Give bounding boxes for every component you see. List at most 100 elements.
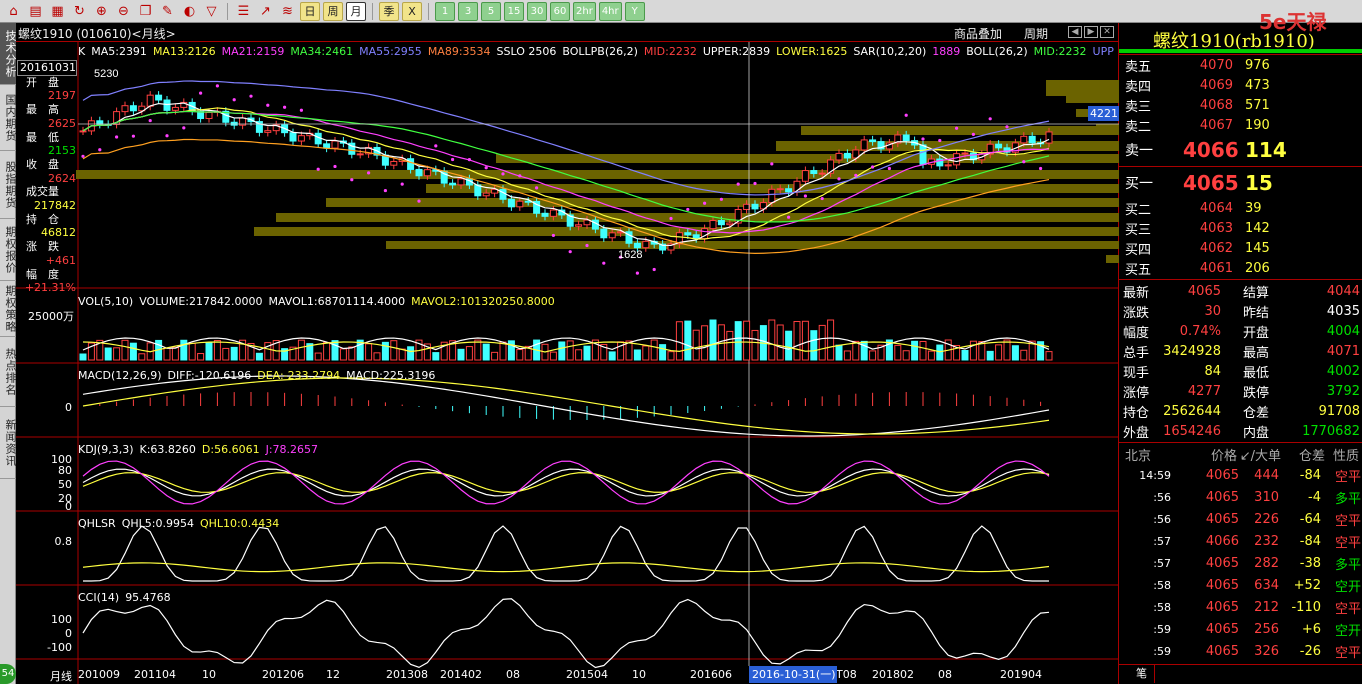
candle-body [155,94,163,101]
volume-bar [482,343,490,361]
book-row[interactable]: 买二 4064 39 [1119,198,1362,218]
minute-period-button[interactable]: 4hr [598,1,622,21]
volume-bar [432,352,440,361]
d-line [82,472,1050,493]
tick-list[interactable]: 14:59 4065 444 -84 空平:56 4065 310 -4 多平:56 4065 22… [1119,464,1362,662]
window-icon[interactable]: ❐ [136,2,155,21]
x-axis-label: 201504 [566,668,608,681]
sidebar-tab[interactable]: 期权策略 [0,281,17,337]
indicator-name: VOL(5,10) [78,295,134,308]
book-icon[interactable]: ▤ [26,2,45,21]
stat-row: 最新 4065 结算 4044 [1119,281,1362,301]
book-row[interactable]: 卖一 4066 114 [1119,135,1362,165]
volume-bar [995,344,1003,361]
sar-dot [165,134,169,138]
sidebar-tab[interactable]: 新闻资讯 [0,407,17,479]
sar-dot [887,166,892,171]
tick-row[interactable]: :57 4065 282 -38 多平 [1119,552,1362,574]
period-button[interactable]: 周 [323,1,343,21]
tick-row[interactable]: 14:59 4065 444 -84 空平 [1119,464,1362,486]
list-icon[interactable]: ☰ [234,2,253,21]
pen-icon[interactable]: ✎ [158,2,177,21]
candle-body [642,240,650,249]
candle-body [79,130,87,133]
tick-row[interactable]: :56 4065 226 -64 空平 [1119,508,1362,530]
minute-period-button[interactable]: 30 [527,1,547,21]
minute-period-button[interactable]: Y [624,1,645,21]
footer-tab[interactable]: 笔 [1129,665,1155,683]
x-axis-label: 08 [938,668,952,681]
tick-row[interactable]: :56 4065 310 -4 多平 [1119,486,1362,508]
volume-bar [692,329,700,361]
tick-row[interactable]: :59 4065 256 +6 空开 [1119,618,1362,640]
zoom-in-icon[interactable]: ⊕ [92,2,111,21]
chart-canvas[interactable]: 5230 1628 [16,23,1119,684]
sar-dot [1022,160,1026,164]
sidebar-tab[interactable]: 技术分析 [0,23,17,85]
volume-bar [373,352,381,361]
minute-period-button[interactable]: 5 [481,1,501,21]
minute-period-button[interactable]: 60 [550,1,570,21]
sidebar-tab[interactable]: 股指期货 [0,151,17,219]
book-row[interactable]: 买五 4061 206 [1119,258,1362,278]
volume-bar [507,340,515,361]
info-label: 最 低 [26,130,59,144]
book-row[interactable]: 买四 4062 145 [1119,238,1362,258]
tick-row[interactable]: :57 4066 232 -84 空平 [1119,530,1362,552]
volume-bar [776,324,784,361]
period-button[interactable]: 月 [346,1,366,21]
candle-body [323,143,331,149]
period-button[interactable]: X [402,1,422,21]
tick-row[interactable]: :59 4065 326 -26 空平 [1119,640,1362,662]
indicator-value: SAR(10,2,20) [853,45,927,58]
sidebar-tab[interactable]: 国内期货 [0,85,17,151]
sar-dot [568,250,572,254]
kdj-indicator: KDJ(9,3,3) K:63.8260 D:56.6061 J:78.2657 [78,443,324,456]
book-row[interactable]: 卖五 4070 976 [1119,55,1362,75]
volume-bar [213,339,221,361]
tick-price: 4065 [1205,599,1239,615]
stat-value: 3424928 [1163,343,1221,359]
period-button[interactable]: 季 [379,1,399,21]
volume-bar [180,339,188,361]
home-icon[interactable]: ⌂ [4,2,23,21]
book-row[interactable]: 卖四 4069 473 [1119,75,1362,95]
stat-row: 涨跌 30 昨结 4035 [1119,301,1362,321]
book-row[interactable]: 卖三 4068 571 [1119,95,1362,115]
x-axis-label: 10 [202,668,216,681]
volume-bar [171,347,179,361]
zoom-out-icon[interactable]: ⊖ [114,2,133,21]
tick-price: 4066 [1205,533,1239,549]
toolbar-separator [227,2,228,20]
macd-indicator: MACD(12,26,9) DIFF:-120.6196 DEA:-233.2794… [78,369,441,382]
book-row[interactable]: 卖二 4067 190 [1119,115,1362,135]
minute-period-button[interactable]: 3 [458,1,478,21]
refresh-icon[interactable]: ↻ [70,2,89,21]
minute-period-button[interactable]: 15 [504,1,524,21]
sar-dot [686,207,690,212]
minute-period-button[interactable]: 1 [435,1,455,21]
candle-body [801,170,809,182]
period-button[interactable]: 日 [300,1,320,21]
candle-body [129,105,137,112]
sidebar-tab[interactable]: 期权报价 [0,219,17,281]
chart-panel[interactable]: 螺纹1910 (010610)<月线> 商品叠加 周期 ◀ ▶ ✕ 5230 16… [16,23,1120,684]
volume-bar [575,349,583,361]
brand-logo: 5e天禄 [1259,10,1327,34]
volume-bar [230,346,238,361]
stat-key: 涨跌 [1123,305,1150,321]
book-row[interactable]: 买三 4063 142 [1119,218,1362,238]
chart-line-icon[interactable]: ↗ [256,2,275,21]
filter-icon[interactable]: ▽ [202,2,221,21]
calendar-icon[interactable]: ▦ [48,2,67,21]
tick-icon[interactable]: ≋ [278,2,297,21]
tick-row[interactable]: :58 4065 212 -110 空平 [1119,596,1362,618]
sidebar: 技术分析 国内期货 股指期货 期权报价 期权策略 热点排名 新闻资讯 [0,23,17,684]
book-row[interactable]: 买一 4065 15 [1119,168,1362,198]
tick-row[interactable]: :58 4065 634 +52 空开 [1119,574,1362,596]
minute-period-button[interactable]: 2hr [573,1,596,21]
paint-icon[interactable]: ◐ [180,2,199,21]
indicator-value: K [78,45,86,58]
sidebar-tab[interactable]: 热点排名 [0,337,17,407]
volume-profile-bar [776,141,1119,151]
